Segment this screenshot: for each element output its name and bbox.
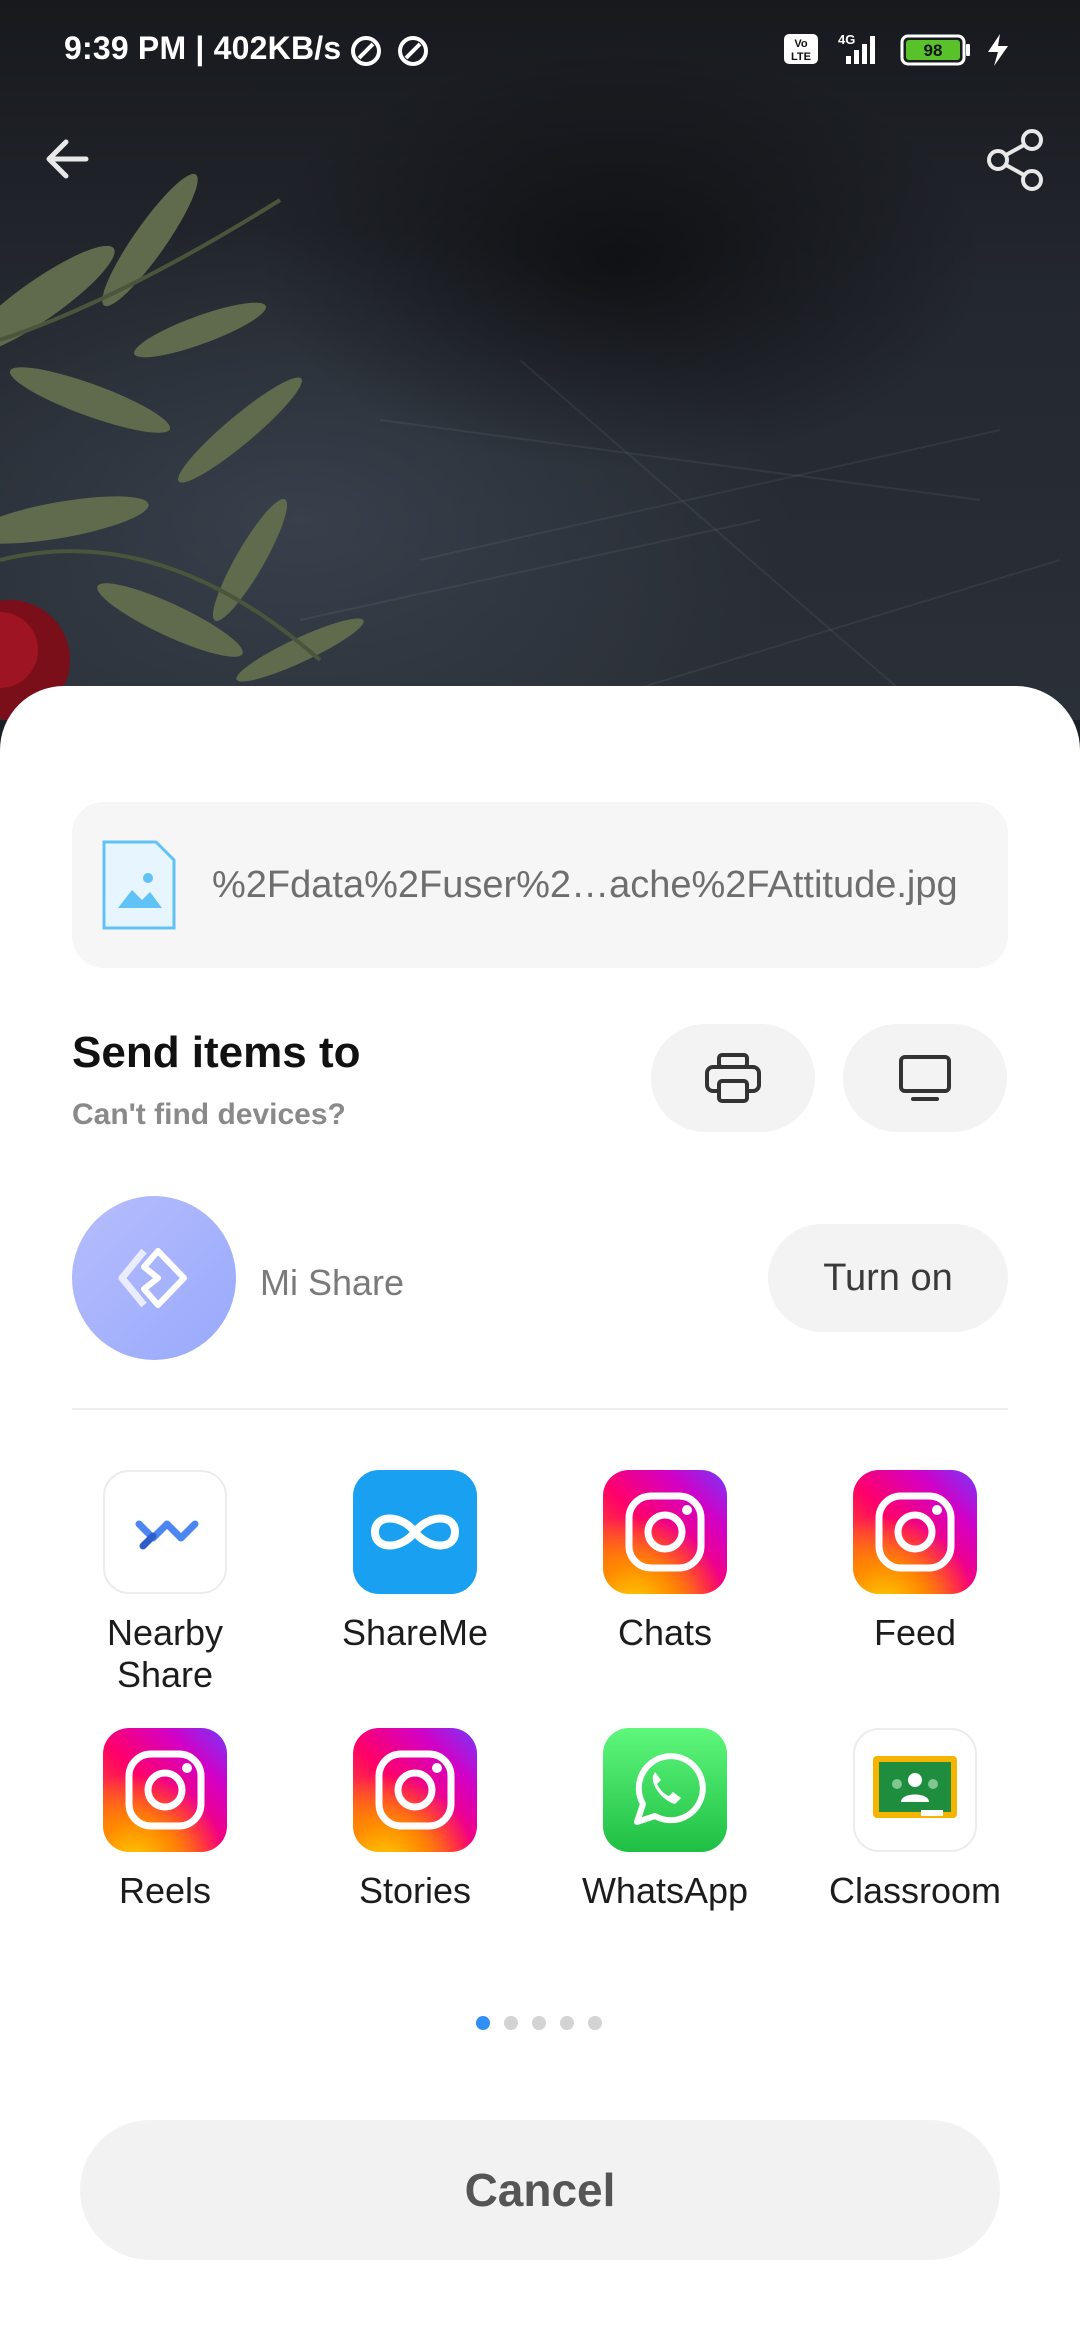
app-label: Feed <box>873 1612 957 1653</box>
charging-icon <box>988 34 1008 66</box>
battery-icon: 98 <box>900 34 970 66</box>
monitor-icon <box>899 1055 951 1101</box>
app-nearby-share[interactable]: Nearby Share <box>40 1470 290 1696</box>
arrow-left-icon <box>46 139 89 179</box>
page-dot-active[interactable] <box>476 2016 490 2030</box>
cant-find-devices-link[interactable]: Can't find devices? <box>72 1098 346 1132</box>
app-label: ShareMe <box>341 1612 489 1653</box>
instagram-icon <box>853 1470 977 1594</box>
status-bar: 9:39 PM | 402KB/s Vo LTE 4G 98 <box>0 0 1080 100</box>
page-dot[interactable] <box>504 2016 518 2030</box>
status-time: 9:39 PM | 402KB/s <box>64 30 342 66</box>
printer-icon <box>705 1053 761 1103</box>
share-icon <box>987 129 1043 191</box>
file-preview-card: %2Fdata%2Fuser%2…ache%2FAttitude.jpg <box>72 802 1008 968</box>
instagram-icon <box>353 1728 477 1852</box>
svg-text:4G: 4G <box>838 32 855 47</box>
background-photo <box>0 0 1080 720</box>
app-label: Classroom <box>828 1870 1002 1911</box>
app-whatsapp[interactable]: WhatsApp <box>540 1728 790 1912</box>
svg-text:Vo: Vo <box>794 38 808 50</box>
app-label: Stories <box>358 1870 472 1911</box>
shareme-icon <box>353 1470 477 1594</box>
svg-text:LTE: LTE <box>791 51 811 63</box>
app-label: Reels <box>118 1870 212 1911</box>
turn-on-button[interactable]: Turn on <box>768 1224 1008 1332</box>
vpn-icon <box>351 36 428 66</box>
cast-screen-button[interactable] <box>843 1024 1007 1132</box>
volte-icon: Vo LTE <box>784 34 818 64</box>
app-instagram-reels[interactable]: Reels <box>40 1728 290 1912</box>
app-label: WhatsApp <box>581 1870 749 1911</box>
app-instagram-feed[interactable]: Feed <box>790 1470 1040 1654</box>
file-name: %2Fdata%2Fuser%2…ache%2FAttitude.jpg <box>212 864 958 906</box>
print-button[interactable] <box>651 1024 815 1132</box>
svg-text:98: 98 <box>924 41 943 60</box>
instagram-icon <box>103 1728 227 1852</box>
share-button[interactable] <box>984 128 1048 192</box>
instagram-icon <box>603 1470 727 1594</box>
app-label: Chats <box>617 1612 713 1653</box>
nearby-share-icon <box>103 1470 227 1594</box>
mi-share-label: Mi Share <box>260 1262 405 1303</box>
divider <box>72 1408 1008 1410</box>
page-dot[interactable] <box>560 2016 574 2030</box>
mi-share-icon <box>72 1196 236 1360</box>
share-sheet: %2Fdata%2Fuser%2…ache%2FAttitude.jpg Sen… <box>0 686 1080 2340</box>
app-instagram-chats[interactable]: Chats <box>540 1470 790 1654</box>
app-label: Nearby Share <box>106 1612 224 1695</box>
signal-icon: 4G <box>838 32 875 64</box>
page-dot[interactable] <box>588 2016 602 2030</box>
app-classroom[interactable]: Classroom <box>790 1728 1040 1912</box>
app-instagram-stories[interactable]: Stories <box>290 1728 540 1912</box>
whatsapp-icon <box>603 1728 727 1852</box>
send-items-title: Send items to <box>72 1028 361 1077</box>
app-shareme[interactable]: ShareMe <box>290 1470 540 1654</box>
google-classroom-icon <box>853 1728 977 1852</box>
back-button[interactable] <box>36 128 98 190</box>
cancel-button[interactable]: Cancel <box>80 2120 1000 2260</box>
page-dot[interactable] <box>532 2016 546 2030</box>
image-file-icon <box>102 840 176 930</box>
